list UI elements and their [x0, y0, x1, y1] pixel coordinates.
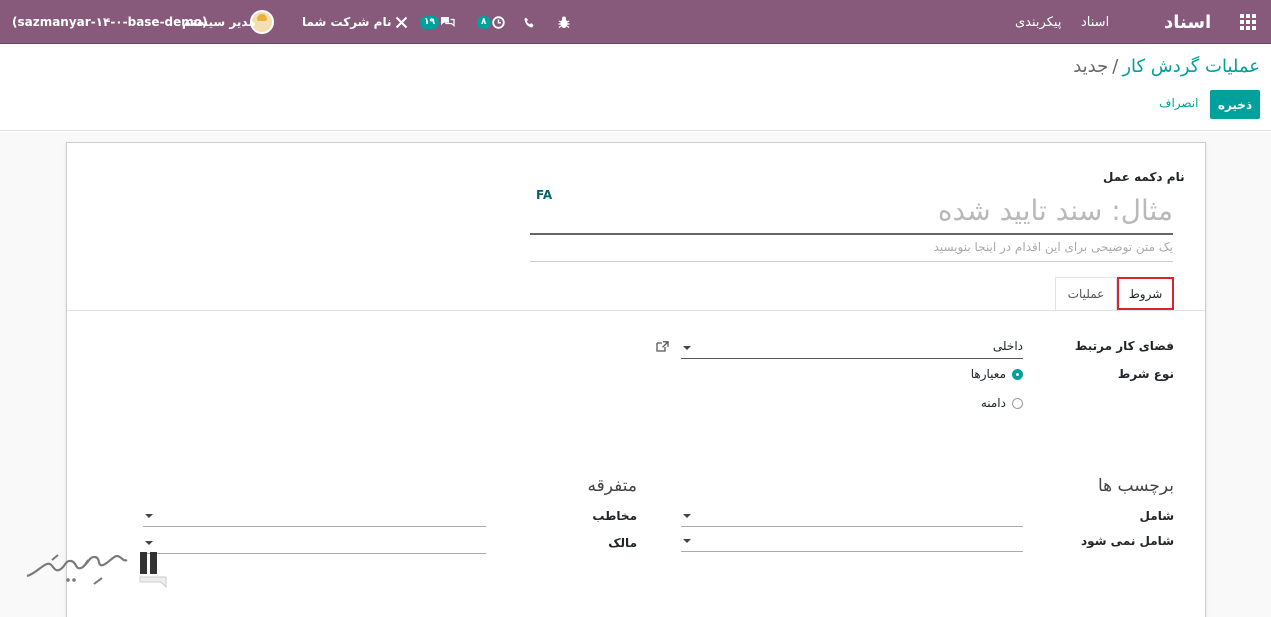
exclude-label: شامل نمی شود: [1081, 534, 1174, 548]
phone-icon[interactable]: [524, 0, 535, 44]
app-brand[interactable]: اسناد: [1164, 0, 1211, 44]
tabs-divider: [67, 310, 1205, 311]
activity-count-badge: ۸: [477, 15, 491, 29]
include-tags-select[interactable]: [681, 507, 1023, 527]
top-navbar: اسناد اسناد پیکربندی ۸ ۱۹ نام شرکت شما م…: [0, 0, 1271, 44]
contact-select[interactable]: [143, 507, 486, 527]
breadcrumb-parent[interactable]: عملیات گردش کار: [1122, 56, 1260, 77]
radio-dot[interactable]: [1012, 368, 1023, 380]
company-switcher[interactable]: نام شرکت شما: [302, 0, 391, 44]
misc-section-title: متفرقه: [587, 476, 637, 496]
language-button[interactable]: FA: [536, 188, 552, 202]
chevron-down-icon: [145, 514, 153, 518]
messaging-button[interactable]: ۱۹: [420, 0, 455, 44]
condition-type-label: نوع شرط: [1117, 367, 1174, 381]
database-name: (sazmanyar-۱۴-۰-base-demo): [12, 15, 208, 29]
chevron-down-icon: [683, 346, 691, 350]
breadcrumb-current: جدید: [1073, 56, 1109, 77]
message-count-badge: ۱۹: [420, 15, 439, 29]
external-link-icon[interactable]: [656, 341, 669, 352]
action-name-input[interactable]: مثال: سند تایید شده: [530, 188, 1173, 235]
radio-dot[interactable]: [1012, 397, 1023, 409]
workspace-value: داخلی: [992, 339, 1023, 353]
clock-icon: [491, 15, 505, 29]
breadcrumb: عملیات گردش کار/جدید: [1073, 56, 1260, 77]
tab-actions[interactable]: عملیات: [1055, 277, 1117, 310]
tools-icon[interactable]: [395, 0, 408, 44]
chat-icon: [441, 17, 455, 27]
chevron-down-icon: [145, 541, 153, 545]
description-input[interactable]: یک متن توضیحی برای این اقدام در اینجا بن…: [530, 240, 1173, 262]
activity-button[interactable]: ۸: [477, 0, 505, 44]
radio-domain[interactable]: دامنه: [981, 396, 1023, 410]
action-name-label: نام دکمه عمل: [1103, 170, 1185, 184]
tags-section-title: برچسب ها: [1097, 476, 1174, 496]
workspace-select[interactable]: داخلی: [681, 339, 1023, 359]
discard-button[interactable]: انصراف: [1159, 96, 1198, 110]
tab-conditions[interactable]: شروط: [1117, 277, 1174, 310]
bug-icon[interactable]: [558, 0, 570, 44]
chevron-down-icon: [683, 514, 691, 518]
save-button[interactable]: ذخیره: [1210, 90, 1260, 119]
include-label: شامل: [1139, 509, 1174, 523]
owner-label: مالک: [608, 536, 637, 550]
watermark-logo: [22, 548, 132, 595]
workspace-label: فضای کار مرتبط: [1074, 339, 1174, 353]
chevron-down-icon: [683, 539, 691, 543]
radio-domain-label: دامنه: [980, 396, 1006, 410]
radio-criteria-label: معیارها: [970, 367, 1006, 381]
menu-documents[interactable]: اسناد: [1081, 0, 1109, 44]
apps-menu-icon[interactable]: [1240, 0, 1258, 44]
radio-criteria[interactable]: معیارها: [971, 367, 1023, 381]
breadcrumb-separator: /: [1112, 56, 1119, 77]
logo-icon: [139, 552, 167, 589]
menu-configuration[interactable]: پیکربندی: [1015, 0, 1061, 44]
exclude-tags-select[interactable]: [681, 532, 1023, 552]
contact-label: مخاطب: [592, 509, 637, 523]
owner-select[interactable]: [143, 534, 486, 554]
